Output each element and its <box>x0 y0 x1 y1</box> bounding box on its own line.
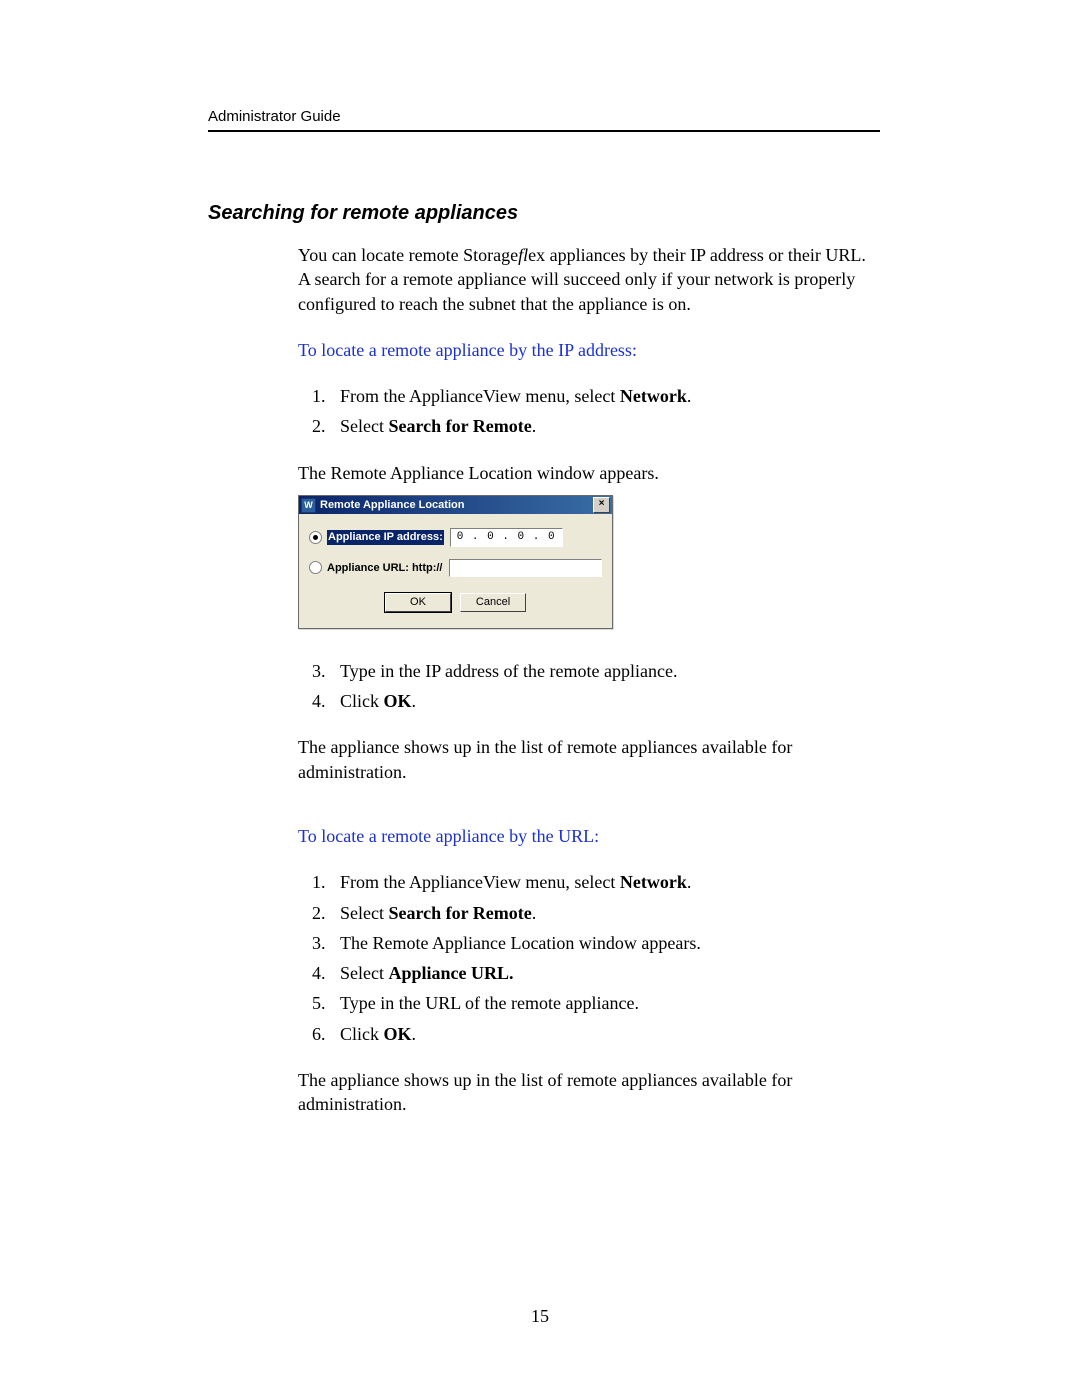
radio-ip-label: Appliance IP address: <box>327 530 444 545</box>
ip-address-input[interactable]: 0 . 0 . 0 . 0 <box>450 528 563 547</box>
text: . <box>687 872 692 892</box>
radio-url-label: Appliance URL: http:// <box>327 561 443 576</box>
dialog-titlebar: W Remote Appliance Location × <box>299 496 612 514</box>
subheading-ip: To locate a remote appliance by the IP a… <box>298 338 880 362</box>
text-bold: Network <box>620 872 687 892</box>
text-bold: OK <box>384 1024 412 1044</box>
text: Click <box>340 691 384 711</box>
text: You can locate remote Storage <box>298 245 518 265</box>
result-paragraph-url: The appliance shows up in the list of re… <box>298 1068 880 1117</box>
page-number: 15 <box>0 1306 1080 1327</box>
steps-list-ip-a: From the ApplianceView menu, select Netw… <box>298 384 880 439</box>
list-item: The Remote Appliance Location window app… <box>330 931 880 955</box>
page-header: Administrator Guide <box>208 108 880 132</box>
text-emphasis: fl <box>518 245 528 265</box>
list-item: Select Search for Remote. <box>330 901 880 925</box>
radio-row-url: Appliance URL: http:// <box>309 559 602 577</box>
header-title: Administrator Guide <box>208 108 341 125</box>
dialog-button-row: OK Cancel <box>309 589 602 618</box>
section-heading: Searching for remote appliances <box>208 202 880 225</box>
steps-list-url: From the ApplianceView menu, select Netw… <box>298 870 880 1046</box>
cancel-button[interactable]: Cancel <box>460 593 526 612</box>
text: From the ApplianceView menu, select <box>340 872 620 892</box>
body-content: You can locate remote Storageflex applia… <box>208 243 880 1117</box>
text: Select <box>340 903 388 923</box>
list-item: Select Search for Remote. <box>330 414 880 438</box>
list-item: Select Appliance URL. <box>330 961 880 985</box>
text: Select <box>340 963 388 983</box>
text: Click <box>340 1024 384 1044</box>
text-bold: Search for Remote <box>388 903 531 923</box>
radio-row-ip: Appliance IP address: 0 . 0 . 0 . 0 <box>309 528 602 547</box>
subheading-url: To locate a remote appliance by the URL: <box>298 824 880 848</box>
intro-paragraph: You can locate remote Storageflex applia… <box>298 243 880 316</box>
radio-ip[interactable] <box>309 531 322 544</box>
steps-list-ip-b: Type in the IP address of the remote app… <box>298 659 880 714</box>
text: . <box>532 903 537 923</box>
text: Select <box>340 416 388 436</box>
list-item: Type in the URL of the remote appliance. <box>330 991 880 1015</box>
dialog-body: Appliance IP address: 0 . 0 . 0 . 0 Appl… <box>299 514 612 628</box>
list-item: From the ApplianceView menu, select Netw… <box>330 870 880 894</box>
dialog-title: Remote Appliance Location <box>320 498 593 513</box>
text: . <box>687 386 692 406</box>
radio-url[interactable] <box>309 561 322 574</box>
list-item: Type in the IP address of the remote app… <box>330 659 880 683</box>
remote-appliance-location-dialog: W Remote Appliance Location × Appliance … <box>298 495 613 629</box>
page: Administrator Guide Searching for remote… <box>0 0 1080 1397</box>
list-item: Click OK. <box>330 689 880 713</box>
text: From the ApplianceView menu, select <box>340 386 620 406</box>
text-bold: Network <box>620 386 687 406</box>
text: . <box>412 691 417 711</box>
text-bold: OK <box>384 691 412 711</box>
text: . <box>412 1024 417 1044</box>
text: . <box>532 416 537 436</box>
url-input[interactable] <box>449 559 603 577</box>
result-paragraph-ip: The appliance shows up in the list of re… <box>298 735 880 784</box>
list-item: From the ApplianceView menu, select Netw… <box>330 384 880 408</box>
ok-button[interactable]: OK <box>385 593 451 612</box>
text-bold: Appliance URL. <box>388 963 513 983</box>
close-button[interactable]: × <box>593 497 610 513</box>
app-icon: W <box>301 498 316 513</box>
list-item: Click OK. <box>330 1022 880 1046</box>
text-bold: Search for Remote <box>388 416 531 436</box>
after-steps-text: The Remote Appliance Location window app… <box>298 461 880 485</box>
